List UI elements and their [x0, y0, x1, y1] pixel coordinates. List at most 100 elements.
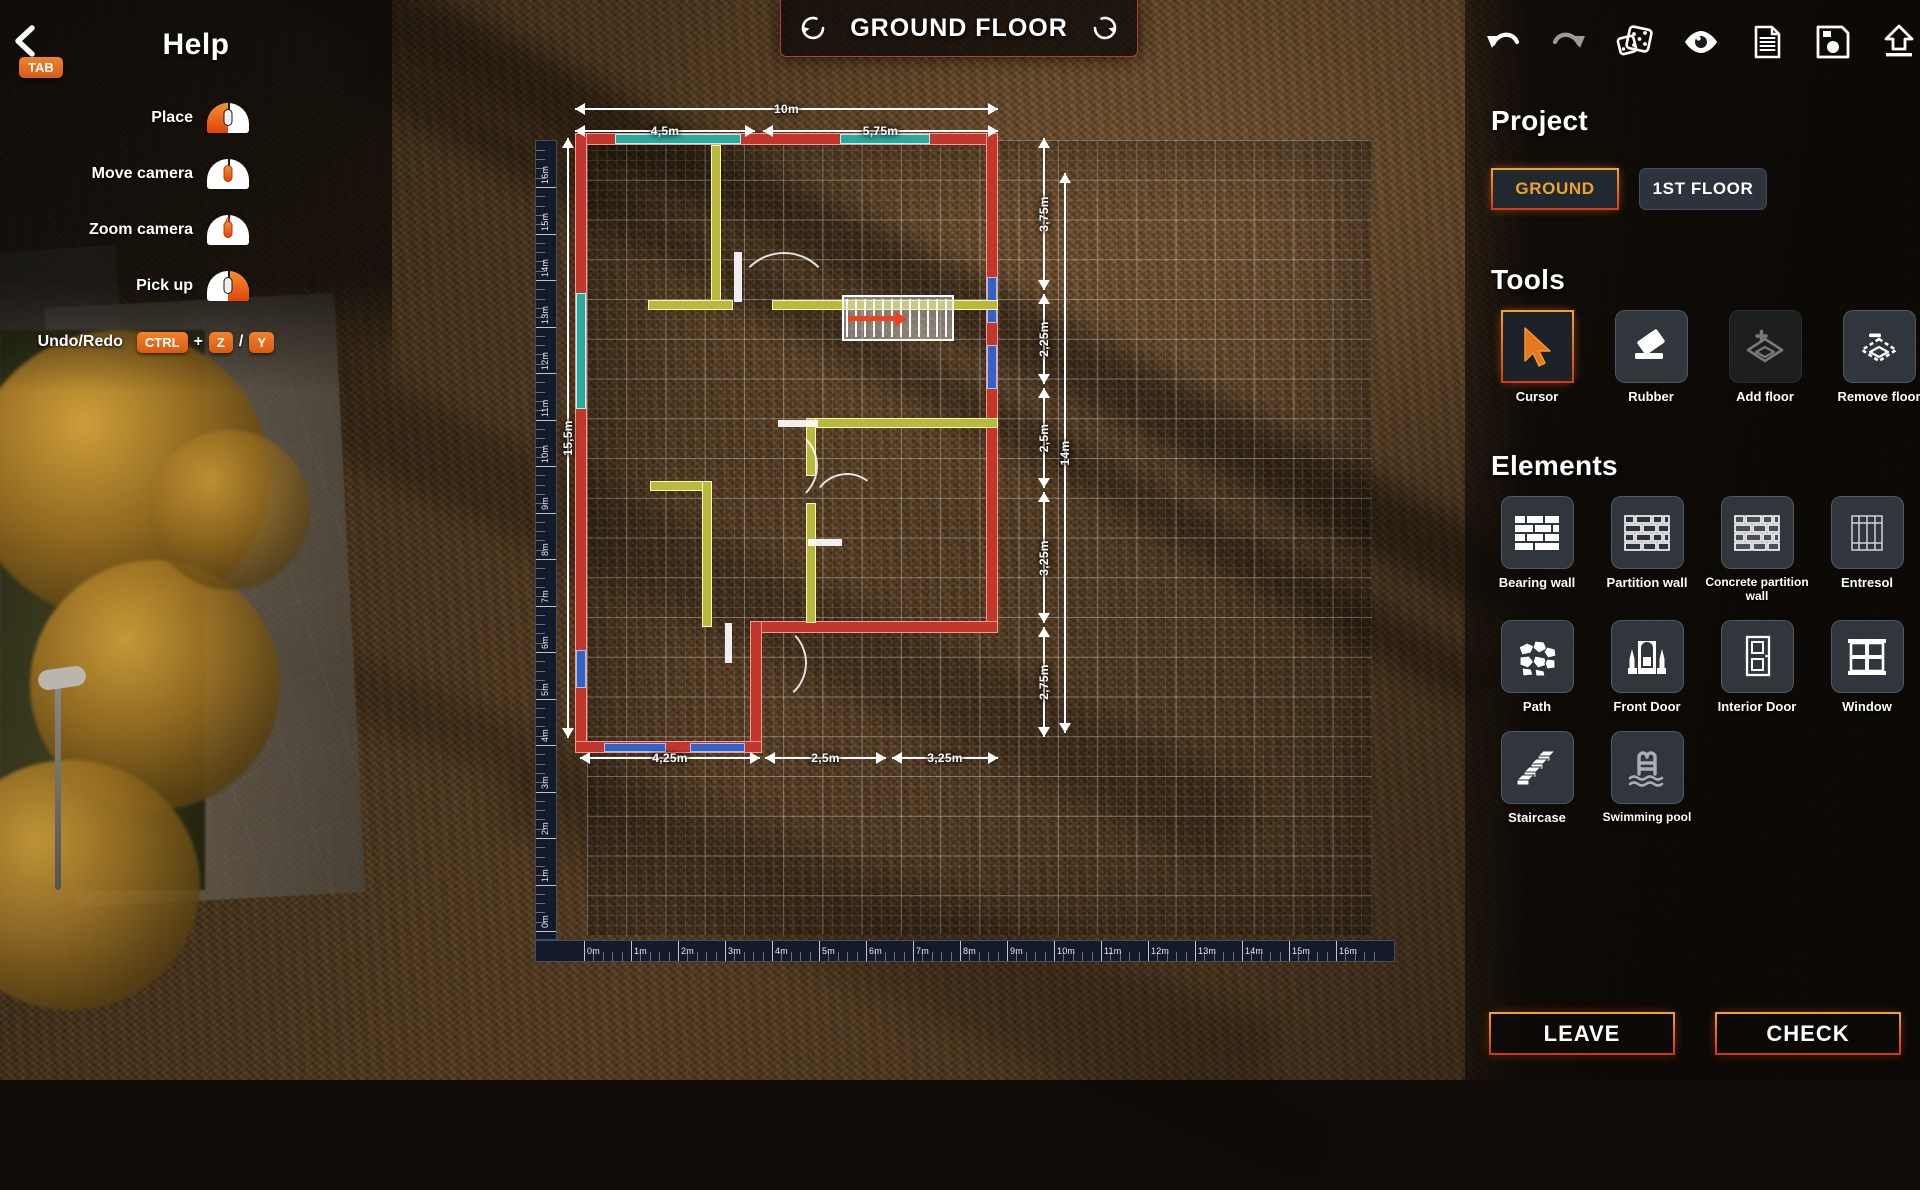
- ruler-vertical: 0m1m2m3m4m5m6m7m8m9m10m11m12m13m14m15m16…: [535, 140, 557, 940]
- ruler-subtick: [1317, 952, 1318, 961]
- mouse-wheel-scroll-icon: ^: [207, 215, 249, 245]
- ruler-subtick: [922, 952, 923, 961]
- ruler-subtick: [536, 168, 545, 169]
- ruler-subtick: [536, 764, 545, 765]
- redo-arrow-icon[interactable]: [1549, 22, 1589, 62]
- ruler-subtick: [744, 952, 745, 961]
- element-path[interactable]: Path: [1489, 620, 1585, 715]
- leave-button[interactable]: LEAVE: [1489, 1012, 1675, 1055]
- ruler-subtick: [536, 773, 545, 774]
- door-leaf-mid[interactable]: [778, 420, 818, 427]
- window-left-lower[interactable]: [576, 650, 586, 688]
- ruler-subtick: [716, 952, 717, 961]
- ruler-subtick: [1327, 952, 1328, 961]
- element-front-door[interactable]: Front Door: [1599, 620, 1695, 715]
- help-row-label: Place: [151, 109, 193, 127]
- tools-grid: Cursor Rubber Add floor: [1489, 310, 1909, 405]
- dimension-bottom-seg-2: 2,5m: [765, 750, 886, 766]
- ruler-subtick: [941, 952, 942, 961]
- ruler-subtick: [640, 952, 641, 961]
- ruler-subtick: [1251, 952, 1252, 961]
- ruler-subtick: [536, 689, 545, 690]
- element-staircase[interactable]: Staircase: [1489, 731, 1585, 826]
- ruler-tick: [1336, 941, 1337, 961]
- ruler-subtick: [536, 475, 545, 476]
- ruler-subtick: [1139, 952, 1140, 961]
- street-lamp-pole: [55, 680, 61, 890]
- ruler-subtick: [1355, 952, 1356, 961]
- eraser-icon: [1615, 310, 1688, 383]
- partition-wall-1[interactable]: [711, 145, 721, 310]
- staircase-element[interactable]: [842, 295, 954, 341]
- dimension-label: 4,25m: [646, 751, 694, 765]
- ruler-subtick: [951, 952, 952, 961]
- ruler-subtick: [932, 952, 933, 961]
- interior-door-icon: [1721, 620, 1794, 693]
- ruler-subtick: [706, 952, 707, 961]
- undo-arrow-icon[interactable]: [1483, 22, 1523, 62]
- ruler-subtick: [536, 531, 545, 532]
- element-label: Staircase: [1485, 811, 1589, 826]
- window-left-upper[interactable]: [576, 293, 586, 409]
- ruler-subtick: [536, 857, 545, 858]
- floor-plan-canvas[interactable]: 10m 4,5m 5,75m 4,25m 2,5m 3,25m 15,5m 3,…: [535, 95, 1395, 975]
- element-swimming-pool[interactable]: Swimming pool: [1599, 731, 1695, 826]
- ruler-subtick: [894, 952, 895, 961]
- help-row-zoom-camera: Zoom camera ^: [0, 202, 392, 258]
- element-interior-door[interactable]: Interior Door: [1709, 620, 1805, 715]
- help-row-move-camera: Move camera: [0, 146, 392, 202]
- ruler-subtick: [1345, 952, 1346, 961]
- rotate-ccw-icon[interactable]: [796, 11, 830, 45]
- ruler-subtick: [536, 447, 545, 448]
- ruler-subtick: [536, 708, 545, 709]
- dimension-label: 15,5m: [561, 414, 575, 462]
- tool-add-floor[interactable]: Add floor: [1717, 310, 1813, 405]
- ruler-tick: [536, 699, 556, 700]
- floppy-disk-icon[interactable]: [1813, 22, 1853, 62]
- ruler-horizontal: 0m1m2m3m4m5m6m7m8m9m10m11m12m13m14m15m16…: [535, 940, 1395, 962]
- ruler-subtick: [536, 429, 545, 430]
- help-row-label: Move camera: [92, 165, 193, 183]
- element-label: Path: [1485, 700, 1589, 715]
- tool-remove-floor[interactable]: Remove floor: [1831, 310, 1920, 405]
- element-partition-wall[interactable]: Partition wall: [1599, 496, 1695, 604]
- ruler-subtick: [536, 178, 545, 179]
- dimension-bottom-seg-3: 3,25m: [892, 750, 998, 766]
- dice-icon[interactable]: [1615, 22, 1655, 62]
- undo-redo-keys: CTRL + Z / Y: [137, 332, 274, 353]
- rotate-cw-icon[interactable]: [1088, 11, 1122, 45]
- tool-rubber[interactable]: Rubber: [1603, 310, 1699, 405]
- element-entresol[interactable]: Entresol: [1819, 496, 1915, 604]
- dimension-left-overall: 15,5m: [560, 138, 576, 738]
- tool-label: Remove floor: [1827, 390, 1920, 405]
- ruler-tick: [1054, 941, 1055, 961]
- partition-wall-8[interactable]: [702, 481, 712, 627]
- ruler-subtick: [1223, 952, 1224, 961]
- ruler-tick: [960, 941, 961, 961]
- ruler-subtick: [536, 438, 545, 439]
- ruler-subtick: [603, 952, 604, 961]
- tool-cursor[interactable]: Cursor: [1489, 310, 1585, 405]
- floor-tab-1st-floor[interactable]: 1ST FLOOR: [1639, 168, 1767, 210]
- ruler-subtick: [536, 615, 545, 616]
- editor-side-panel: Project GROUND 1ST FLOOR Tools Cursor Ru…: [1465, 0, 1920, 1080]
- ruler-tick: [536, 652, 556, 653]
- window-right-lower[interactable]: [987, 345, 997, 389]
- element-window[interactable]: Window: [1819, 620, 1915, 715]
- partition-wall-4[interactable]: [806, 418, 998, 428]
- check-button[interactable]: CHECK: [1715, 1012, 1901, 1055]
- partition-wall-2[interactable]: [648, 300, 733, 310]
- ruler-subtick: [536, 494, 545, 495]
- ruler-subtick: [536, 661, 545, 662]
- document-icon[interactable]: [1747, 22, 1787, 62]
- ruler-subtick: [969, 952, 970, 961]
- eye-icon[interactable]: [1681, 22, 1721, 62]
- help-row-pick-up: Pick up: [0, 258, 392, 314]
- floor-tabs: GROUND 1ST FLOOR: [1491, 168, 1767, 210]
- floor-tab-ground[interactable]: GROUND: [1491, 168, 1619, 210]
- element-concrete-partition-wall[interactable]: Concrete partition wall: [1709, 496, 1805, 604]
- remove-layer-icon: [1843, 310, 1916, 383]
- element-bearing-wall[interactable]: Bearing wall: [1489, 496, 1585, 604]
- upload-arrow-icon[interactable]: [1879, 22, 1919, 62]
- ruler-tick: [536, 838, 556, 839]
